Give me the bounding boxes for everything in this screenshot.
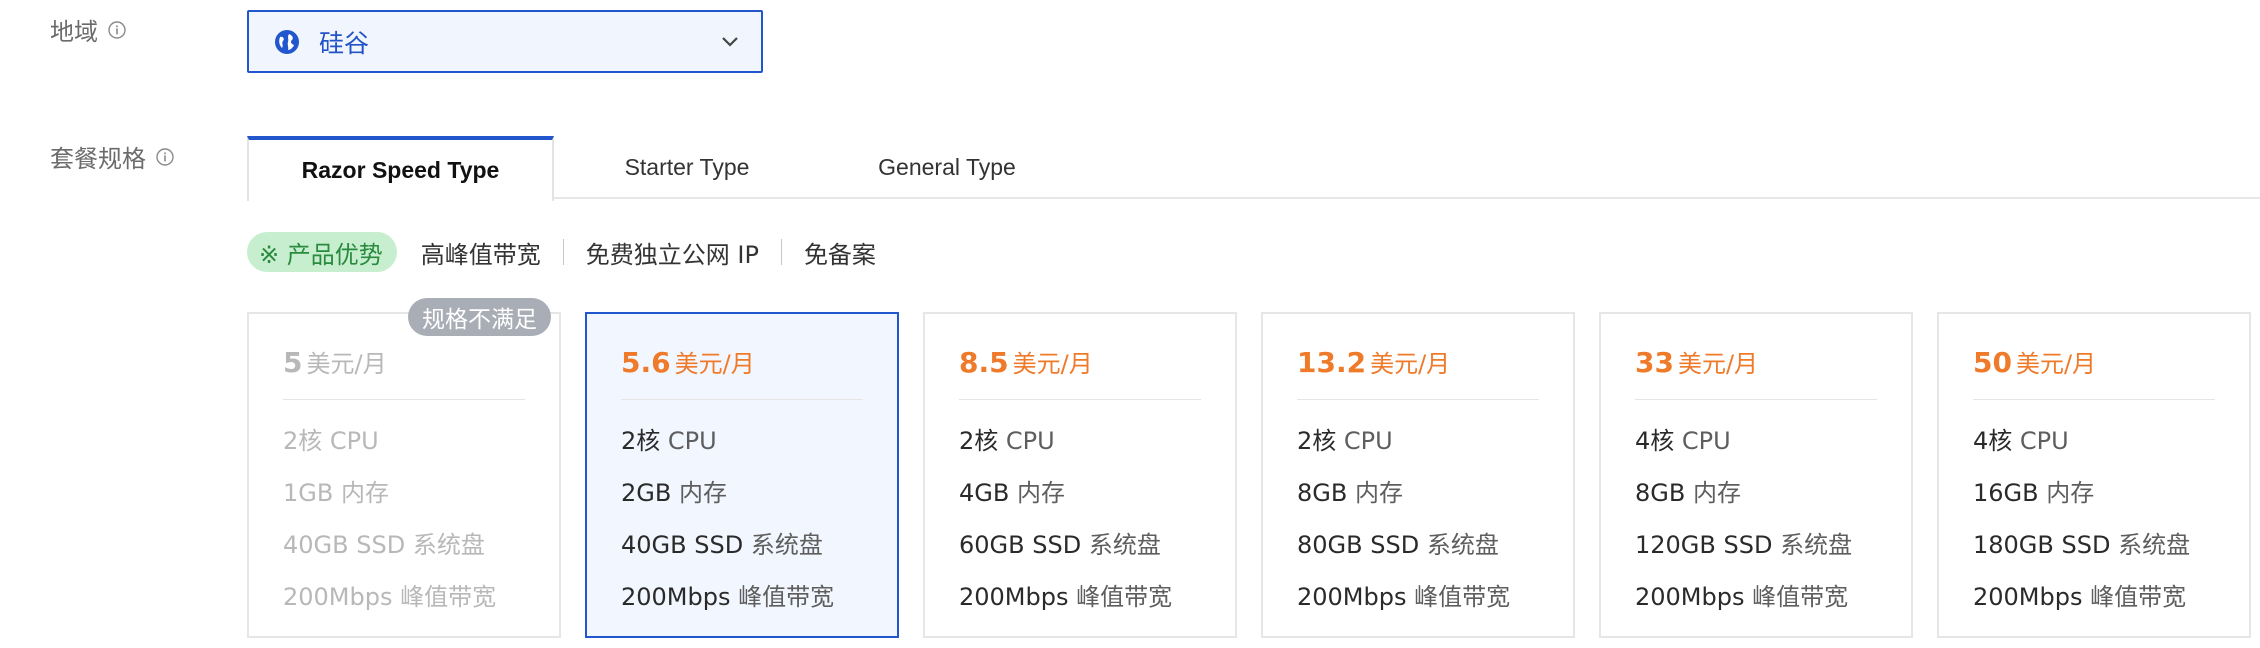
divider — [562, 239, 564, 265]
plan-memory: 1GB 内存 — [283, 479, 389, 507]
chevron-down-icon — [721, 34, 739, 48]
globe-icon — [273, 28, 301, 56]
plan-cpu: 2核 CPU — [959, 427, 1055, 455]
tab-starter-type[interactable]: Starter Type — [567, 136, 807, 199]
divider — [1973, 399, 2215, 400]
plan-disk: 60GB SSD 系统盘 — [959, 531, 1161, 559]
spec-unavailable-badge: 规格不满足 — [408, 298, 551, 336]
plan-card[interactable]: 50 美元/月 4核 CPU 16GB 内存 180GB SSD 系统盘 200… — [1937, 312, 2251, 638]
plan-bandwidth: 200Mbps 峰值带宽 — [1635, 583, 1849, 611]
plan-cpu: 2核 CPU — [283, 427, 379, 455]
plan-bandwidth: 200Mbps 峰值带宽 — [283, 583, 497, 611]
divider — [780, 239, 782, 265]
lighthouse-purchase-form: 地域 硅谷 套餐规格 Razor Speed Type Starter Type… — [0, 0, 2260, 648]
divider — [1297, 399, 1539, 400]
plan-memory: 4GB 内存 — [959, 479, 1065, 507]
plan-cpu: 2核 CPU — [621, 427, 717, 455]
advantage-item: 免费独立公网 IP — [585, 240, 759, 269]
plan-price: 8.5 美元/月 — [959, 346, 1093, 379]
plan-cpu: 4核 CPU — [1973, 427, 2069, 455]
package-row-label: 套餐规格 — [50, 139, 174, 174]
divider — [1635, 399, 1877, 400]
info-icon[interactable] — [156, 147, 174, 166]
plan-card[interactable]: 13.2 美元/月 2核 CPU 8GB 内存 80GB SSD 系统盘 200… — [1261, 312, 1575, 638]
plan-bandwidth: 200Mbps 峰值带宽 — [1297, 583, 1511, 611]
plan-price: 50 美元/月 — [1973, 346, 2097, 379]
plan-memory: 2GB 内存 — [621, 479, 727, 507]
region-select[interactable]: 硅谷 — [247, 10, 763, 73]
region-value: 硅谷 — [319, 28, 370, 58]
plan-price: 5 美元/月 — [283, 346, 387, 379]
plan-disk: 40GB SSD 系统盘 — [283, 531, 485, 559]
plan-cpu: 4核 CPU — [1635, 427, 1731, 455]
region-label: 地域 — [50, 18, 98, 46]
info-icon[interactable] — [108, 20, 126, 39]
plan-memory: 8GB 内存 — [1297, 479, 1403, 507]
plan-card[interactable]: 5 美元/月 2核 CPU 1GB 内存 40GB SSD 系统盘 200Mbp… — [247, 312, 561, 638]
plan-price: 5.6 美元/月 — [621, 346, 755, 379]
plan-disk: 80GB SSD 系统盘 — [1297, 531, 1499, 559]
plan-memory: 8GB 内存 — [1635, 479, 1741, 507]
region-row-label: 地域 — [50, 12, 126, 47]
divider — [283, 399, 525, 400]
tab-general-type[interactable]: General Type — [807, 136, 1087, 199]
plan-bandwidth: 200Mbps 峰值带宽 — [959, 583, 1173, 611]
product-advantages: ※ 产品优势 高峰值带宽 免费独立公网 IP 免备案 — [247, 232, 876, 272]
plan-disk: 120GB SSD 系统盘 — [1635, 531, 1853, 559]
plan-price: 33 美元/月 — [1635, 346, 1759, 379]
tab-razor-speed-type[interactable]: Razor Speed Type — [247, 136, 554, 201]
plan-memory: 16GB 内存 — [1973, 479, 2095, 507]
plan-bandwidth: 200Mbps 峰值带宽 — [1973, 583, 2187, 611]
plan-card[interactable]: 5.6 美元/月 2核 CPU 2GB 内存 40GB SSD 系统盘 200M… — [585, 312, 899, 638]
plan-cpu: 2核 CPU — [1297, 427, 1393, 455]
advantage-badge: ※ 产品优势 — [247, 232, 397, 272]
advantage-item: 高峰值带宽 — [420, 240, 541, 269]
plan-price: 13.2 美元/月 — [1297, 346, 1451, 379]
plan-card[interactable]: 33 美元/月 4核 CPU 8GB 内存 120GB SSD 系统盘 200M… — [1599, 312, 1913, 638]
divider — [959, 399, 1201, 400]
plan-bandwidth: 200Mbps 峰值带宽 — [621, 583, 835, 611]
advantage-item: 免备案 — [803, 240, 876, 269]
plan-disk: 180GB SSD 系统盘 — [1973, 531, 2191, 559]
divider — [621, 399, 863, 400]
plan-disk: 40GB SSD 系统盘 — [621, 531, 823, 559]
package-tabs: Razor Speed Type Starter Type General Ty… — [247, 136, 2260, 201]
package-label: 套餐规格 — [50, 145, 146, 173]
plan-card[interactable]: 8.5 美元/月 2核 CPU 4GB 内存 60GB SSD 系统盘 200M… — [923, 312, 1237, 638]
